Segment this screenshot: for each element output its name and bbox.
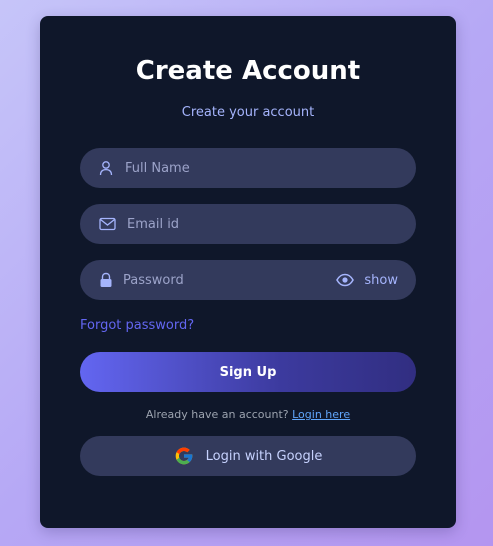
page-subtitle: Create your account — [181, 105, 315, 120]
login-prompt-text: Already have an account? — [145, 408, 289, 421]
forgot-password-link[interactable]: Forgot password? — [80, 318, 194, 333]
full-name-input[interactable] — [125, 148, 395, 188]
google-icon — [175, 447, 192, 465]
google-login-label: Login with Google — [205, 448, 323, 464]
login-prompt: Already have an account? Login here — [40, 408, 456, 421]
person-icon — [99, 161, 113, 176]
login-link[interactable]: Login here — [292, 408, 350, 421]
email-field[interactable] — [80, 204, 416, 244]
google-login-button[interactable]: Login with Google — [80, 436, 416, 476]
sign-up-button[interactable]: Sign Up — [80, 352, 416, 392]
password-input[interactable] — [123, 260, 323, 300]
show-password-toggle[interactable]: show — [336, 260, 398, 300]
eye-icon — [336, 273, 355, 287]
show-password-label: show — [364, 272, 398, 288]
full-name-field[interactable] — [80, 148, 416, 188]
page-title: Create Account — [135, 56, 361, 86]
email-input[interactable] — [127, 204, 397, 244]
password-field[interactable]: show — [80, 260, 416, 300]
mail-icon — [99, 217, 116, 231]
signup-card: Create Account Create your account show — [40, 16, 456, 528]
lock-icon — [100, 272, 112, 287]
